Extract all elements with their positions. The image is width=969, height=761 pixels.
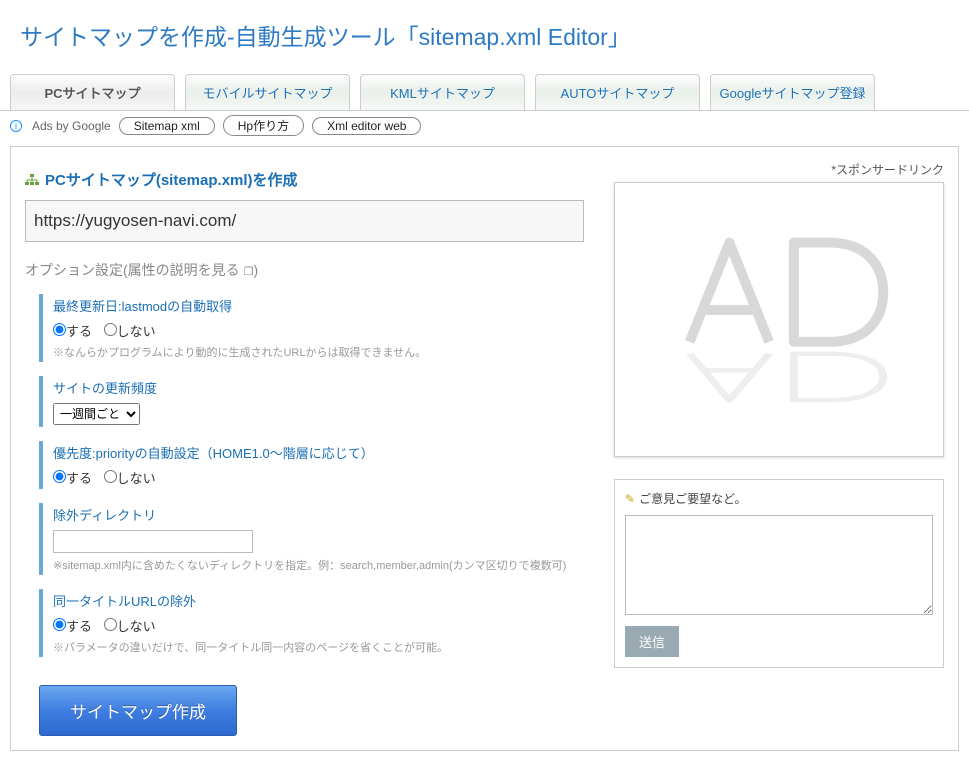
option-frequency-title: サイトの更新頻度: [53, 378, 584, 397]
page-title: サイトマップを作成-自動生成ツール「sitemap.xml Editor」: [20, 18, 949, 52]
pencil-icon: ✎: [625, 492, 635, 506]
external-link-icon: ❐: [244, 266, 254, 278]
option-sametitle-title: 同一タイトルURLの除外: [53, 591, 584, 610]
ads-row: i Ads by Google Sitemap xml Hp作り方 Xml ed…: [0, 111, 969, 146]
create-sitemap-button[interactable]: サイトマップ作成: [39, 685, 237, 736]
option-sametitle: 同一タイトルURLの除外 する しない ※パラメータの違いだけで、同一タイトル同…: [39, 589, 584, 657]
sitemap-icon: [25, 174, 39, 186]
option-priority: 優先度:priorityの自動設定（HOME1.0～階層に応じて） する しない: [39, 441, 584, 489]
priority-no-label[interactable]: しない: [104, 471, 156, 486]
info-icon: i: [10, 120, 22, 132]
sametitle-yes-label[interactable]: する: [53, 619, 92, 634]
exclude-input[interactable]: [53, 530, 253, 553]
frequency-select[interactable]: 一週間ごと: [53, 403, 140, 425]
option-lastmod: 最終更新日:lastmodの自動取得 する しない ※なんらかプログラムにより動…: [39, 294, 584, 362]
sametitle-no-radio[interactable]: [104, 618, 117, 631]
ad-pill-hp[interactable]: Hp作り方: [223, 115, 304, 136]
priority-no-radio[interactable]: [104, 470, 117, 483]
ad-pill-sitemap-xml[interactable]: Sitemap xml: [119, 117, 215, 135]
tab-kml-sitemap[interactable]: KMLサイトマップ: [360, 74, 525, 110]
priority-yes-label[interactable]: する: [53, 471, 92, 486]
option-frequency: サイトの更新頻度 一週間ごと: [39, 376, 584, 427]
ad-pill-xml-editor[interactable]: Xml editor web: [312, 117, 421, 135]
sametitle-note: ※パラメータの違いだけで、同一タイトル同一内容のページを省くことが可能。: [53, 639, 584, 655]
tab-bar: PCサイトマップ モバイルサイトマップ KMLサイトマップ AUTOサイトマップ…: [0, 74, 969, 110]
sametitle-no-label[interactable]: しない: [104, 619, 156, 634]
ads-by-google-label: Ads by Google: [32, 119, 111, 133]
lastmod-note: ※なんらかプログラムにより動的に生成されたURLからは取得できません。: [53, 344, 584, 360]
option-lastmod-title: 最終更新日:lastmodの自動取得: [53, 296, 584, 315]
tab-auto-sitemap[interactable]: AUTOサイトマップ: [535, 74, 700, 110]
exclude-note: ※sitemap.xml内に含めたくないディレクトリを指定。例：search,m…: [53, 557, 584, 573]
tab-pc-sitemap[interactable]: PCサイトマップ: [10, 74, 175, 110]
sametitle-yes-radio[interactable]: [53, 618, 66, 631]
option-priority-title: 優先度:priorityの自動設定（HOME1.0～階層に応じて）: [53, 443, 584, 462]
options-help-link[interactable]: 属性の説明を見る ❐: [128, 262, 254, 278]
tab-google-register[interactable]: Googleサイトマップ登録: [710, 74, 875, 110]
feedback-send-button[interactable]: 送信: [625, 626, 679, 657]
priority-yes-radio[interactable]: [53, 470, 66, 483]
feedback-textarea[interactable]: [625, 515, 933, 615]
lastmod-no-label[interactable]: しない: [104, 324, 156, 339]
lastmod-yes-radio[interactable]: [53, 323, 66, 336]
url-input[interactable]: [25, 200, 584, 242]
option-exclude-title: 除外ディレクトリ: [53, 505, 584, 524]
sponsor-label: *スポンサードリンク: [614, 161, 944, 178]
options-heading: オプション設定(属性の説明を見る ❐): [25, 260, 584, 280]
ad-placeholder: [614, 182, 944, 457]
lastmod-yes-label[interactable]: する: [53, 324, 92, 339]
section-title: PCサイトマップ(sitemap.xml)を作成: [45, 169, 298, 190]
lastmod-no-radio[interactable]: [104, 323, 117, 336]
option-exclude: 除外ディレクトリ ※sitemap.xml内に含めたくないディレクトリを指定。例…: [39, 503, 584, 575]
feedback-title: ご意見ご要望など。: [639, 490, 746, 507]
feedback-box: ✎ ご意見ご要望など。 送信: [614, 479, 944, 668]
tab-mobile-sitemap[interactable]: モバイルサイトマップ: [185, 74, 350, 110]
